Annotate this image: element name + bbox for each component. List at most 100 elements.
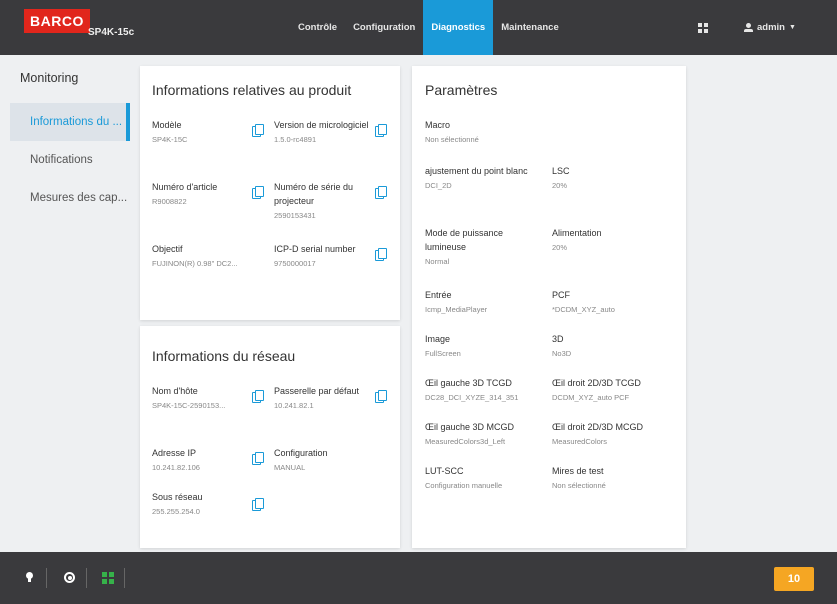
copy-icon[interactable] xyxy=(252,498,264,511)
copy-icon[interactable] xyxy=(375,248,387,261)
field-label: Entrée xyxy=(425,290,452,300)
main-nav: Contrôle Configuration Diagnostics Maint… xyxy=(290,0,567,55)
field-value: Normal xyxy=(425,257,450,266)
field-label: Œil droit 2D/3D TCGD xyxy=(552,378,641,388)
parameters-title: Paramètres xyxy=(425,82,498,98)
shutter-icon[interactable] xyxy=(64,572,75,583)
field-label: Mode de puissance lumineuse xyxy=(425,228,504,252)
field-value: 10.241.82.1 xyxy=(274,401,314,410)
field-value: Icmp_MediaPlayer xyxy=(425,305,488,314)
field-lut-scc: LUT-SCC Configuration manuelle xyxy=(425,464,545,492)
field-value: Configuration manuelle xyxy=(425,481,503,490)
field-hostname: Nom d'hôte SP4K-15C-2590153... xyxy=(152,384,242,412)
nav-tab-maintenance[interactable]: Maintenance xyxy=(493,0,567,55)
field-power: Alimentation 20% xyxy=(552,226,672,254)
product-info-card: Informations relatives au produit Modèle… xyxy=(140,66,400,320)
field-article-number: Numéro d'article R9008822 xyxy=(152,180,244,208)
field-icp-d-serial: ICP-D serial number 9750000017 xyxy=(274,242,370,270)
field-label: Macro xyxy=(425,120,451,130)
user-icon xyxy=(744,23,753,32)
field-label: Passerelle par défaut xyxy=(274,386,360,396)
copy-icon[interactable] xyxy=(375,124,387,137)
field-value: 255.255.254.0 xyxy=(152,507,200,516)
divider xyxy=(46,568,47,588)
field-pcf: PCF *DCDM_XYZ_auto xyxy=(552,288,672,316)
field-value: 2590153431 xyxy=(274,211,316,220)
grid-icon[interactable] xyxy=(698,23,708,33)
nav-tab-configuration[interactable]: Configuration xyxy=(345,0,423,55)
copy-icon[interactable] xyxy=(375,390,387,403)
field-label: Configuration xyxy=(274,448,328,458)
field-input: Entrée Icmp_MediaPlayer xyxy=(425,288,545,316)
field-left-eye-tcgd: Œil gauche 3D TCGD DC28_DCI_XYZE_314_351 xyxy=(425,376,545,404)
field-default-gateway: Passerelle par défaut 10.241.82.1 xyxy=(274,384,370,412)
field-value: 20% xyxy=(552,181,568,190)
field-macro: Macro Non sélectionné xyxy=(425,118,545,146)
field-lsc: LSC 20% xyxy=(552,164,672,192)
parameters-card: Paramètres Macro Non sélectionné ajustem… xyxy=(412,66,686,548)
field-value: 20% xyxy=(552,243,568,252)
field-value: FullScreen xyxy=(425,349,461,358)
field-label: Œil gauche 3D MCGD xyxy=(425,422,515,432)
field-image: Image FullScreen xyxy=(425,332,545,360)
field-value: FUJINON(R) 0.98" DC2... xyxy=(152,259,238,268)
field-value: DCI_2D xyxy=(425,181,452,190)
field-label: Mires de test xyxy=(552,466,604,476)
field-3d: 3D No3D xyxy=(552,332,672,360)
field-label: Œil droit 2D/3D MCGD xyxy=(552,422,644,432)
sidebar-title: Monitoring xyxy=(20,71,79,85)
field-label: LSC xyxy=(552,166,570,176)
nav-tab-diagnostics[interactable]: Diagnostics xyxy=(423,0,494,55)
field-label: ICP-D serial number xyxy=(274,244,356,254)
sidebar-item-sensor-measures[interactable]: Mesures des cap... xyxy=(10,179,130,217)
copy-icon[interactable] xyxy=(252,452,264,465)
sidebar-item-notifications[interactable]: Notifications xyxy=(10,141,130,179)
field-value: No3D xyxy=(552,349,572,358)
field-value: MANUAL xyxy=(274,463,306,472)
projector-model: SP4K-15c xyxy=(88,27,135,38)
field-left-eye-mcgd: Œil gauche 3D MCGD MeasuredColors3d_Left xyxy=(425,420,545,448)
user-menu[interactable]: admin ▼ xyxy=(744,22,796,33)
field-label: Modèle xyxy=(152,120,182,130)
field-value: 10.241.82.106 xyxy=(152,463,200,472)
field-label: Œil gauche 3D TCGD xyxy=(425,378,512,388)
field-model: Modèle SP4K-15C xyxy=(152,118,242,146)
copy-icon[interactable] xyxy=(252,390,264,403)
field-label: ajustement du point blanc xyxy=(425,166,528,176)
copy-icon[interactable] xyxy=(252,186,264,199)
nav-tab-controle[interactable]: Contrôle xyxy=(290,0,345,55)
user-name: admin xyxy=(757,22,785,33)
field-label: Image xyxy=(425,334,451,344)
divider xyxy=(124,568,125,588)
field-value: Non sélectionné xyxy=(425,135,479,144)
field-test-patterns: Mires de test Non sélectionné xyxy=(552,464,672,492)
field-light-power-mode: Mode de puissance lumineuse Normal xyxy=(425,226,535,268)
field-label: Nom d'hôte xyxy=(152,386,198,396)
field-configuration: Configuration MANUAL xyxy=(274,446,370,474)
field-value: SP4K-15C-2590153... xyxy=(152,401,226,410)
sidebar-item-product-info[interactable]: Informations du ... xyxy=(10,103,130,141)
field-value: SP4K-15C xyxy=(152,135,188,144)
field-right-eye-tcgd: Œil droit 2D/3D TCGD DCDM_XYZ_auto PCF xyxy=(552,376,672,404)
field-label: Objectif xyxy=(152,244,183,254)
field-value: DC28_DCI_XYZE_314_351 xyxy=(425,393,519,402)
copy-icon[interactable] xyxy=(375,186,387,199)
field-label: Version de micrologiciel xyxy=(274,120,369,130)
field-serial-number: Numéro de série du projecteur 2590153431 xyxy=(274,180,370,222)
lamp-icon[interactable] xyxy=(26,572,33,582)
field-value: 1.5.0-rc4891 xyxy=(274,135,317,144)
sidebar: Monitoring Informations du ... Notificat… xyxy=(0,55,130,552)
test-pattern-icon[interactable] xyxy=(102,572,114,584)
bottom-bar xyxy=(0,552,837,604)
field-label: Numéro d'article xyxy=(152,182,218,192)
field-label: 3D xyxy=(552,334,564,344)
field-value: 9750000017 xyxy=(274,259,316,268)
network-info-title: Informations du réseau xyxy=(152,348,296,364)
network-info-card: Informations du réseau Nom d'hôte SP4K-1… xyxy=(140,326,400,548)
field-value: Non sélectionné xyxy=(552,481,606,490)
field-lens: Objectif FUJINON(R) 0.98" DC2... xyxy=(152,242,246,270)
copy-icon[interactable] xyxy=(252,124,264,137)
barco-logo[interactable]: BARCO xyxy=(24,9,90,33)
notification-count-badge[interactable]: 10 xyxy=(774,567,814,591)
field-label: LUT-SCC xyxy=(425,466,464,476)
